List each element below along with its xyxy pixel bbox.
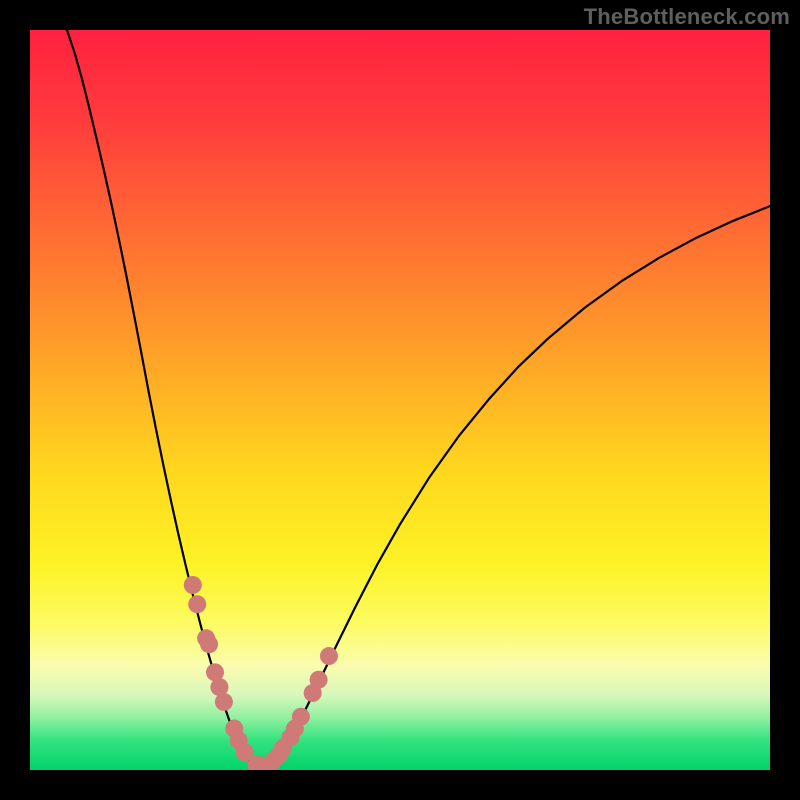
sample-point <box>292 708 310 726</box>
sample-point <box>310 671 328 689</box>
sample-point <box>200 635 218 653</box>
curve-layer <box>30 30 770 770</box>
sample-point <box>184 576 202 594</box>
sample-point <box>188 595 206 613</box>
watermark-label: TheBottleneck.com <box>584 4 790 30</box>
chart-stage: TheBottleneck.com <box>0 0 800 800</box>
sample-point <box>320 647 338 665</box>
plot-area <box>30 30 770 770</box>
sample-point <box>215 693 233 711</box>
bottleneck-curve <box>67 30 770 767</box>
sample-points <box>184 576 338 770</box>
